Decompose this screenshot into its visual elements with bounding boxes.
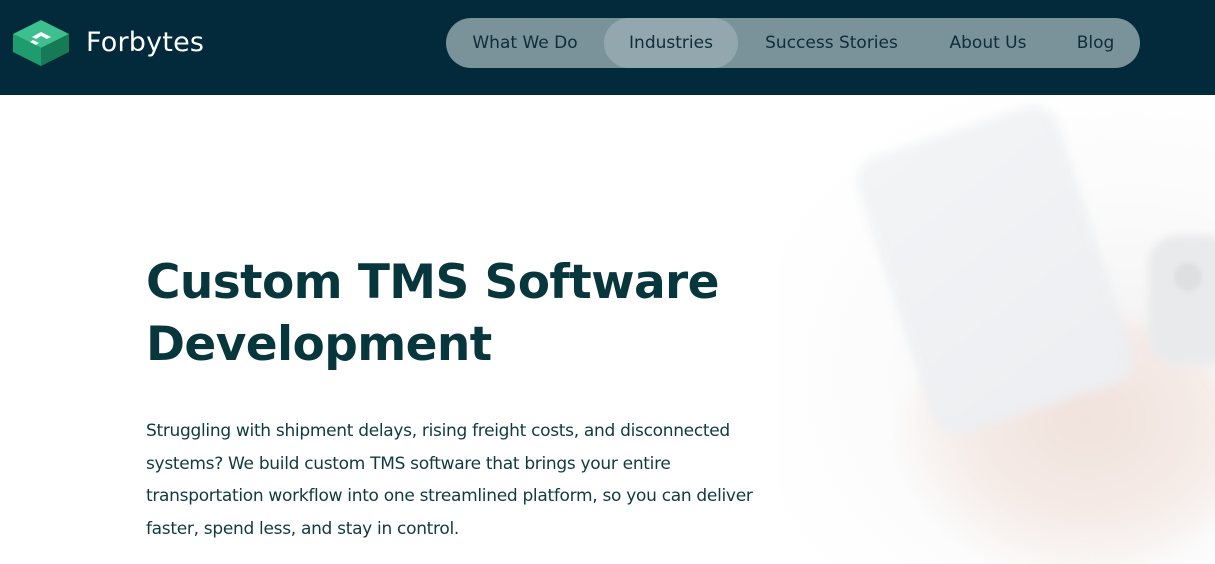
nav-item-success-stories[interactable]: Success Stories: [738, 18, 925, 68]
nav-item-what-we-do[interactable]: What We Do: [446, 18, 604, 68]
forbytes-cube-logo-icon: [13, 20, 69, 66]
brand-name: Forbytes: [86, 27, 205, 58]
main-nav: What We Do Industries Success Stories Ab…: [446, 18, 1140, 68]
site-header: Forbytes What We Do Industries Success S…: [0, 0, 1215, 95]
brand-logo-link[interactable]: Forbytes: [11, 18, 204, 68]
hero-title-line-2: Development: [146, 317, 492, 372]
hero-description: Struggling with shipment delays, rising …: [146, 421, 753, 539]
hero-background-image: [780, 95, 1215, 564]
nav-item-about-us[interactable]: About Us: [925, 18, 1051, 68]
hero-title: Custom TMS Software Development: [146, 252, 806, 376]
nav-item-blog[interactable]: Blog: [1051, 18, 1140, 68]
nav-item-industries[interactable]: Industries: [604, 18, 738, 68]
hero-title-line-1: Custom TMS Software: [146, 255, 720, 310]
